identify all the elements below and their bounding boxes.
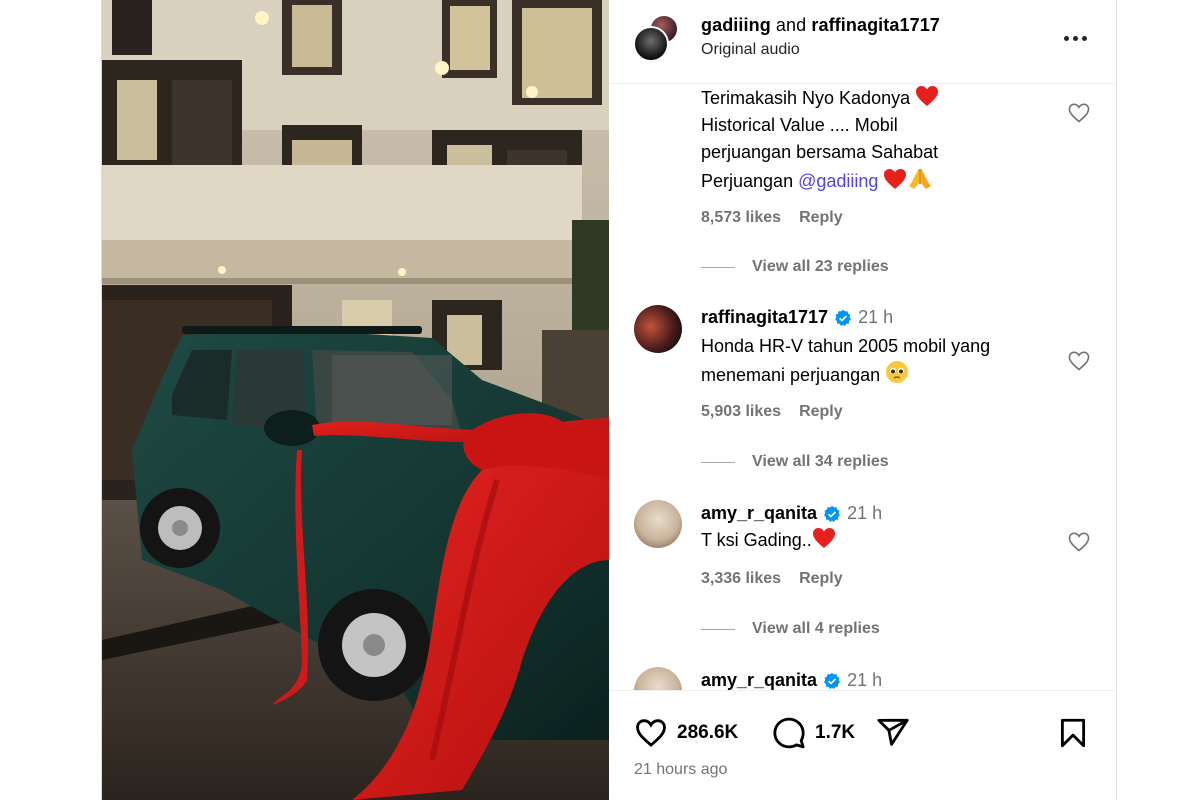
reply-button[interactable]: Reply [799, 209, 843, 226]
post-photo[interactable] [102, 0, 609, 800]
red-heart-emoji-icon [812, 528, 835, 548]
like-comment-heart-icon[interactable] [1067, 530, 1091, 554]
mention-link[interactable]: @gadiiing [798, 171, 878, 191]
author-username[interactable]: gadiiing [701, 15, 771, 35]
comment-line: menemani perjuangan [701, 365, 881, 385]
more-options-button[interactable] [1059, 26, 1091, 50]
author-avatar-gadiiing[interactable] [633, 26, 669, 62]
comment-text: Terimakasih Nyo Kadonya Historical Value… [701, 85, 1061, 195]
comment-likes[interactable]: 5,903 likes [701, 403, 781, 420]
comment-time: 21 h [847, 503, 883, 523]
comment-likes[interactable]: 3,336 likes [701, 570, 781, 587]
comment-line: Honda HR-V tahun 2005 mobil yang [701, 336, 991, 356]
collaborator-username[interactable]: raffinagita1717 [811, 15, 940, 35]
post-header: gadiiing and raffinagita1717 Original au… [609, 0, 1117, 84]
comment-count: 1.7K [815, 722, 856, 743]
comment-likes[interactable]: 8,573 likes [701, 209, 781, 226]
view-replies-label: View all 23 replies [752, 258, 889, 275]
comment-text: Honda HR-V tahun 2005 mobil yang meneman… [701, 333, 1061, 389]
comment-line: Perjuangan [701, 171, 794, 191]
divider-line [701, 266, 735, 268]
post-authors: gadiiing and raffinagita1717 [701, 15, 940, 36]
commenter-avatar[interactable] [634, 667, 682, 690]
commenter-username[interactable]: amy_r_qanita [701, 503, 817, 524]
like-count: 286.6K [677, 722, 739, 743]
pleading-face-emoji-icon [886, 361, 909, 383]
like-comment-heart-icon[interactable] [1067, 101, 1091, 125]
share-button[interactable] [875, 715, 911, 751]
comment-line: perjuangan bersama Sahabat [701, 142, 939, 162]
like-comment-heart-icon[interactable] [1067, 349, 1091, 373]
commenter-avatar[interactable] [634, 500, 682, 548]
divider-line [701, 628, 735, 630]
view-replies-button[interactable]: View all 34 replies [701, 452, 889, 472]
reply-button[interactable]: Reply [799, 570, 843, 587]
divider-line [701, 461, 735, 463]
verified-badge-icon [824, 672, 841, 689]
post-timestamp[interactable]: 21 hours ago [634, 761, 727, 779]
comment-meta: 8,573 likes Reply [701, 209, 843, 227]
save-button[interactable] [1055, 715, 1091, 751]
comment-header: raffinagita1717 21 h [701, 307, 893, 328]
comment-time: 21 h [858, 307, 894, 327]
bookmark-icon [1060, 718, 1086, 748]
comment-meta: 5,903 likes Reply [701, 403, 843, 421]
comment-button[interactable]: 1.7K [771, 715, 855, 751]
comment-line: T ksi Gading.. [701, 530, 812, 550]
paper-plane-icon [877, 718, 909, 746]
commenter-avatar[interactable] [634, 305, 682, 353]
comment-time: 21 h [847, 670, 883, 690]
comment-text: T ksi Gading.. [701, 527, 1061, 554]
view-replies-button[interactable]: View all 23 replies [701, 257, 889, 277]
comment-bubble-icon [773, 717, 805, 749]
comments-list[interactable]: Terimakasih Nyo Kadonya Historical Value… [609, 85, 1117, 690]
commenter-username[interactable]: raffinagita1717 [701, 307, 828, 328]
comment-line: Terimakasih Nyo Kadonya [701, 88, 911, 108]
comment-meta: 3,336 likes Reply [701, 570, 843, 588]
photo-green-car-with-red-ribbon [102, 0, 609, 800]
view-replies-label: View all 4 replies [752, 620, 880, 637]
red-heart-emoji-icon [884, 169, 907, 189]
reply-button[interactable]: Reply [799, 403, 843, 420]
view-replies-button[interactable]: View all 4 replies [701, 619, 880, 639]
comment-header: amy_r_qanita 21 h [701, 670, 882, 690]
verified-badge-icon [824, 505, 841, 522]
like-button[interactable]: 286.6K [633, 715, 738, 751]
folded-hands-emoji-icon [909, 168, 932, 189]
post-action-bar: 286.6K 1.7K 21 hours ago [609, 690, 1117, 800]
view-replies-label: View all 34 replies [752, 453, 889, 470]
original-audio-link[interactable]: Original audio [701, 41, 800, 59]
instagram-post: gadiiing and raffinagita1717 Original au… [101, 0, 1117, 800]
comment-header: amy_r_qanita 21 h [701, 503, 882, 524]
post-detail-panel: gadiiing and raffinagita1717 Original au… [609, 0, 1117, 800]
comment-line: Historical Value .... Mobil [701, 115, 898, 135]
verified-badge-icon [835, 309, 852, 326]
commenter-username[interactable]: amy_r_qanita [701, 670, 817, 690]
heart-icon [636, 719, 666, 747]
red-heart-emoji-icon [916, 86, 939, 106]
authors-conjunction: and [775, 15, 807, 35]
